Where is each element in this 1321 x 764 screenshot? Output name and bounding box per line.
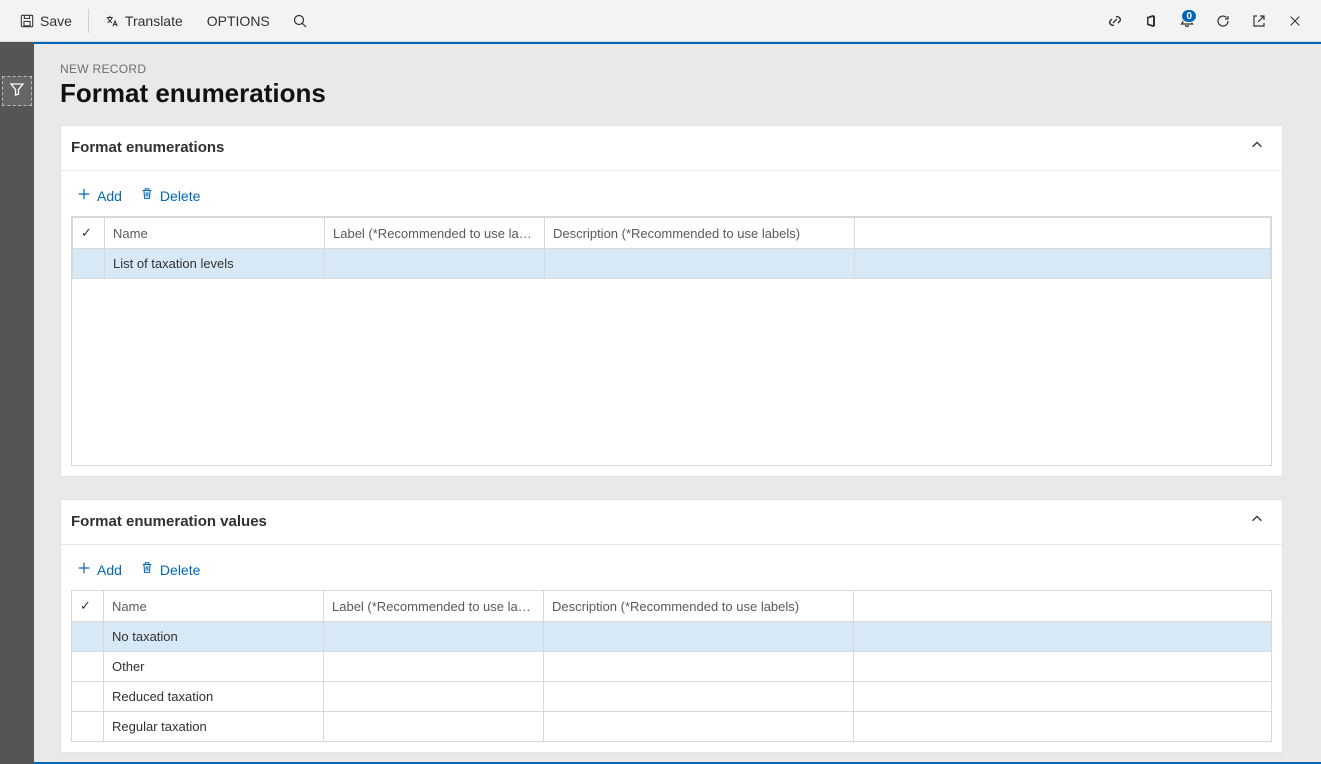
column-description[interactable]: Description (*Recommended to use labels) xyxy=(544,591,854,622)
table-row[interactable]: Regular taxation xyxy=(72,712,1272,742)
plus-icon xyxy=(77,187,91,204)
section-format-enumeration-values: Format enumeration values Add xyxy=(60,499,1283,753)
breadcrumb: NEW RECORD xyxy=(60,62,1283,76)
divider xyxy=(88,9,89,33)
trash-icon xyxy=(140,561,154,578)
cell-name[interactable]: Regular taxation xyxy=(104,712,324,742)
cell-name[interactable]: Other xyxy=(104,652,324,682)
chevron-up-icon xyxy=(1250,138,1264,156)
section1-delete-label: Delete xyxy=(160,188,200,204)
table-row[interactable]: List of taxation levels xyxy=(73,249,1271,279)
section2-header[interactable]: Format enumeration values xyxy=(61,500,1282,545)
check-icon: ✓ xyxy=(80,598,91,613)
column-name[interactable]: Name xyxy=(104,591,324,622)
check-icon: ✓ xyxy=(81,225,92,240)
page-title: Format enumerations xyxy=(60,78,1283,109)
main-scroll[interactable]: NEW RECORD Format enumerations Format en… xyxy=(34,42,1321,764)
section1-grid[interactable]: ✓ Name Label (*Recommended to use labels… xyxy=(72,217,1271,279)
cell-label[interactable] xyxy=(324,712,544,742)
section2-title: Format enumeration values xyxy=(71,513,267,530)
cell-description[interactable] xyxy=(544,682,854,712)
trash-icon xyxy=(140,187,154,204)
section1-add-label: Add xyxy=(97,188,122,204)
section2-add-button[interactable]: Add xyxy=(77,561,122,578)
column-select[interactable]: ✓ xyxy=(72,591,104,622)
translate-icon xyxy=(105,14,119,28)
bell-icon: 0 xyxy=(1179,13,1195,29)
section1-add-button[interactable]: Add xyxy=(77,187,122,204)
row-select-cell[interactable] xyxy=(72,622,104,652)
row-select-cell[interactable] xyxy=(72,652,104,682)
chevron-up-icon xyxy=(1250,512,1264,530)
cell-name[interactable]: Reduced taxation xyxy=(104,682,324,712)
filter-rail xyxy=(0,42,34,764)
section1-title: Format enumerations xyxy=(71,139,224,156)
section1-delete-button[interactable]: Delete xyxy=(140,187,200,204)
row-select-cell[interactable] xyxy=(73,249,105,279)
notifications-count: 0 xyxy=(1181,9,1197,23)
filter-button[interactable] xyxy=(2,76,32,106)
save-button[interactable]: Save xyxy=(8,0,84,42)
filter-icon xyxy=(9,81,25,102)
popout-icon xyxy=(1251,13,1267,29)
attach-button[interactable] xyxy=(1097,0,1133,42)
table-row[interactable]: Other xyxy=(72,652,1272,682)
row-select-cell[interactable] xyxy=(72,712,104,742)
section2-delete-label: Delete xyxy=(160,562,200,578)
column-name[interactable]: Name xyxy=(105,218,325,249)
close-button[interactable] xyxy=(1277,0,1313,42)
section2-add-label: Add xyxy=(97,562,122,578)
link-icon xyxy=(1107,13,1123,29)
command-bar: Save Translate OPTIONS xyxy=(0,0,1321,42)
cell-description[interactable] xyxy=(544,652,854,682)
search-icon xyxy=(292,13,308,29)
cell-label[interactable] xyxy=(324,682,544,712)
column-label[interactable]: Label (*Recommended to use labels) xyxy=(324,591,544,622)
column-label[interactable]: Label (*Recommended to use labels) xyxy=(325,218,545,249)
cell-label[interactable] xyxy=(324,622,544,652)
section2-grid[interactable]: ✓ Name Label (*Recommended to use labels… xyxy=(71,590,1272,742)
search-button[interactable] xyxy=(282,0,318,42)
options-label: OPTIONS xyxy=(207,13,270,29)
table-row[interactable]: No taxation xyxy=(72,622,1272,652)
plus-icon xyxy=(77,561,91,578)
cell-fill xyxy=(854,622,1272,652)
notifications-button[interactable]: 0 xyxy=(1169,0,1205,42)
cell-description[interactable] xyxy=(544,622,854,652)
cell-name[interactable]: No taxation xyxy=(104,622,324,652)
section-format-enumerations: Format enumerations Add xyxy=(60,125,1283,477)
refresh-button[interactable] xyxy=(1205,0,1241,42)
popout-button[interactable] xyxy=(1241,0,1277,42)
row-select-cell[interactable] xyxy=(72,682,104,712)
section1-header[interactable]: Format enumerations xyxy=(61,126,1282,171)
translate-button[interactable]: Translate xyxy=(93,0,195,42)
cell-fill xyxy=(854,712,1272,742)
options-button[interactable]: OPTIONS xyxy=(195,0,282,42)
cell-label[interactable] xyxy=(324,652,544,682)
cell-name[interactable]: List of taxation levels xyxy=(105,249,325,279)
column-fill xyxy=(855,218,1271,249)
column-description[interactable]: Description (*Recommended to use labels) xyxy=(545,218,855,249)
translate-label: Translate xyxy=(125,13,183,29)
table-row[interactable]: Reduced taxation xyxy=(72,682,1272,712)
cell-description[interactable] xyxy=(544,712,854,742)
table-header-row: ✓ Name Label (*Recommended to use labels… xyxy=(73,218,1271,249)
section2-delete-button[interactable]: Delete xyxy=(140,561,200,578)
refresh-icon xyxy=(1215,13,1231,29)
cell-fill xyxy=(854,652,1272,682)
office-icon xyxy=(1143,13,1159,29)
office-button[interactable] xyxy=(1133,0,1169,42)
cell-label[interactable] xyxy=(325,249,545,279)
save-label: Save xyxy=(40,13,72,29)
table-header-row: ✓ Name Label (*Recommended to use labels… xyxy=(72,591,1272,622)
cell-description[interactable] xyxy=(545,249,855,279)
column-fill xyxy=(854,591,1272,622)
cell-fill xyxy=(854,682,1272,712)
save-icon xyxy=(20,14,34,28)
close-icon xyxy=(1288,14,1302,28)
cell-fill xyxy=(855,249,1271,279)
column-select[interactable]: ✓ xyxy=(73,218,105,249)
